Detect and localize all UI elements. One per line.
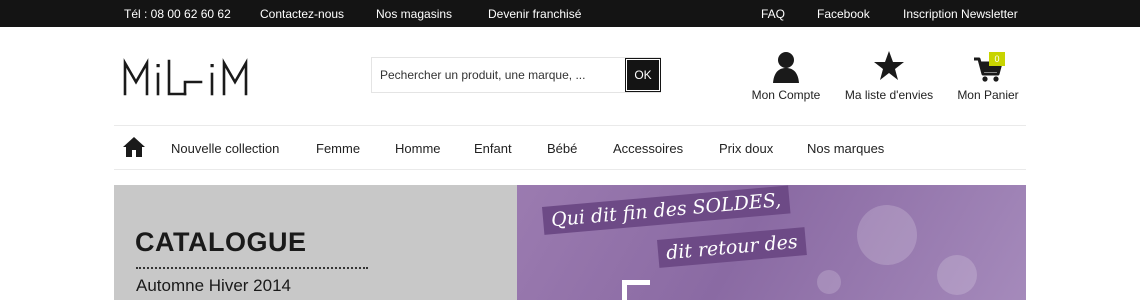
catalogue-subtitle: Automne Hiver 2014 — [136, 276, 291, 295]
nav-item-prix-doux[interactable]: Prix doux — [719, 141, 773, 156]
main-nav: Nouvelle collection Femme Homme Enfant B… — [114, 125, 1026, 170]
slogan-line-1: Qui dit fin des SOLDES, — [542, 185, 791, 235]
cart-link[interactable]: 0 Mon Panier — [956, 50, 1020, 102]
partial-letter — [622, 280, 650, 300]
franchise-link[interactable]: Devenir franchisé — [488, 7, 581, 21]
cart-label: Mon Panier — [957, 88, 1019, 102]
nav-item-bebe[interactable]: Bébé — [547, 141, 577, 156]
search-button[interactable]: OK — [625, 58, 661, 92]
dotted-divider — [136, 267, 368, 269]
facebook-link[interactable]: Facebook — [817, 7, 870, 21]
faq-link[interactable]: FAQ — [761, 7, 785, 21]
catalogue-panel: CATALOGUE Automne Hiver 2014 — [114, 185, 517, 300]
account-label: Mon Compte — [751, 88, 821, 102]
bokeh-spot — [817, 270, 841, 294]
cart-count-badge: 0 — [989, 52, 1005, 66]
nav-item-nouvelle-collection[interactable]: Nouvelle collection — [171, 141, 279, 156]
wishlist-label: Ma liste d'envies — [844, 88, 934, 102]
nav-item-homme[interactable]: Homme — [395, 141, 441, 156]
slogan-line-2: dit retour des — [657, 227, 807, 268]
newsletter-link[interactable]: Inscription Newsletter — [903, 7, 1018, 21]
top-bar: Tél : 08 00 62 60 62 Contactez-nous Nos … — [0, 0, 1140, 27]
sales-panel: Qui dit fin des SOLDES, dit retour des — [517, 185, 1026, 300]
millim-logo[interactable] — [122, 58, 274, 98]
nav-item-femme[interactable]: Femme — [316, 141, 360, 156]
search-input[interactable] — [372, 58, 638, 92]
user-icon — [773, 52, 799, 83]
contact-link[interactable]: Contactez-nous — [260, 7, 344, 21]
stores-link[interactable]: Nos magasins — [376, 7, 452, 21]
phone-number[interactable]: Tél : 08 00 62 60 62 — [124, 7, 231, 21]
nav-item-accessoires[interactable]: Accessoires — [613, 141, 683, 156]
bokeh-spot — [937, 255, 977, 295]
account-link[interactable]: Mon Compte — [751, 50, 821, 102]
promo-banner[interactable]: CATALOGUE Automne Hiver 2014 Qui dit fin… — [114, 185, 1026, 300]
nav-item-enfant[interactable]: Enfant — [474, 141, 512, 156]
home-icon[interactable] — [122, 136, 146, 158]
bokeh-spot — [857, 205, 917, 265]
wishlist-link[interactable]: Ma liste d'envies — [844, 50, 934, 102]
nav-item-nos-marques[interactable]: Nos marques — [807, 141, 884, 156]
search-box: OK — [371, 57, 661, 93]
star-icon — [874, 51, 904, 80]
catalogue-title: CATALOGUE — [135, 227, 307, 257]
